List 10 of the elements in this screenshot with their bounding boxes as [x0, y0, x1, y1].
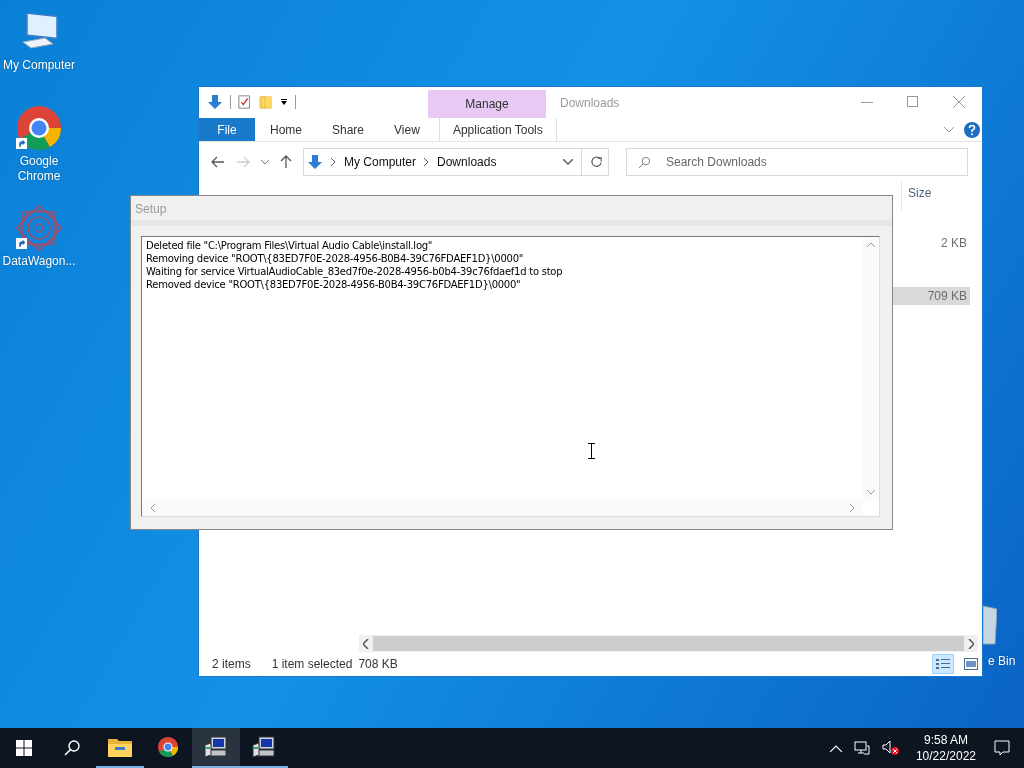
- selection-status: 1 item selected: [271, 657, 353, 671]
- window-title: Downloads: [560, 96, 620, 110]
- dialog-title: Setup: [131, 196, 892, 226]
- selection-size: 708 KB: [358, 657, 398, 671]
- log-line: Removed device "ROOT\{83ED7F0E-2028-4956-B0B4-39C76FDAEF1D}\0000": [146, 278, 521, 291]
- log-line: Removing device "ROOT\{83ED7F0E-2028-4956-B0B4-39C76FDAEF1D}\0000": [146, 252, 524, 265]
- log-line: Deleted file "C:\Program Files\Virtual Audio Cable\install.log": [146, 239, 433, 252]
- context-tab-header: Manage: [428, 90, 546, 118]
- log-line: Waiting for service VirtualAudioCable_83ed7f0e-2028-4956-b0b4-39c76fdaef1d to stop: [146, 265, 563, 278]
- item-count: 2 items: [212, 657, 251, 671]
